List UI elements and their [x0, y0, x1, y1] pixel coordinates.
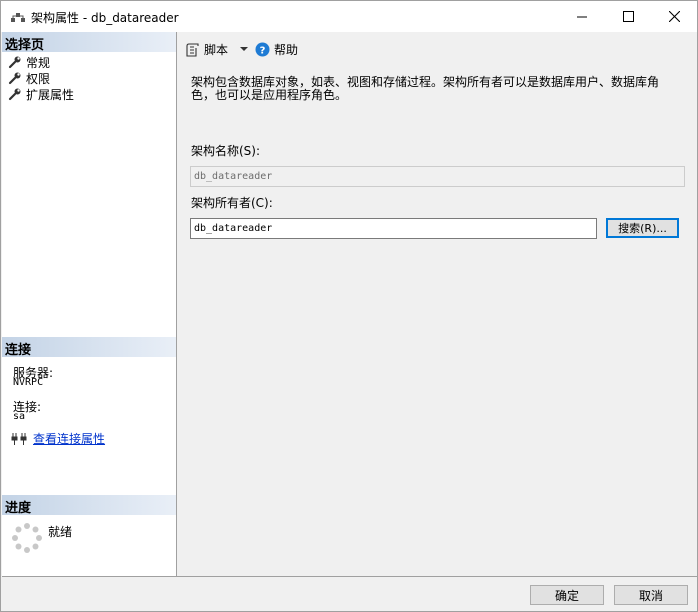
script-icon: [186, 42, 199, 57]
minimize-icon: [577, 16, 587, 17]
ok-button[interactable]: 确定: [530, 585, 604, 605]
svg-text:?: ?: [260, 46, 266, 57]
page-item-general[interactable]: 常规: [8, 54, 50, 70]
toolbar: 脚本 ? 帮助: [178, 32, 698, 66]
schema-properties-dialog: 架构属性 - db_datareader 选择页 常规 权限 扩展属性 连接 服…: [0, 0, 698, 612]
script-label: 脚本: [204, 43, 229, 57]
minimize-button[interactable]: [559, 1, 605, 32]
schema-name-field: db_datareader: [190, 166, 685, 187]
schema-description: 架构包含数据库对象，如表、视图和存储过程。架构所有者可以是数据库用户、数据库角色…: [191, 75, 660, 102]
view-connection-link[interactable]: 查看连接属性: [33, 430, 105, 447]
help-icon: ?: [255, 42, 270, 57]
maximize-icon: [622, 11, 634, 22]
server-value: NVRPC: [13, 377, 44, 388]
connection-header: 连接: [2, 337, 176, 358]
window-title: 架构属性 - db_datareader: [31, 11, 179, 25]
schema-icon: [11, 13, 25, 22]
progress-spinner-icon: [12, 523, 42, 553]
progress-header: 进度: [2, 495, 176, 516]
view-connection-properties[interactable]: 查看连接属性: [11, 430, 105, 447]
script-button[interactable]: 脚本: [186, 41, 228, 58]
progress-status: 就绪: [48, 525, 73, 539]
wrench-icon: [8, 56, 21, 69]
page-item-label: 扩展属性: [26, 87, 75, 102]
help-label: 帮助: [274, 43, 299, 57]
schema-owner-field[interactable]: db_datareader: [190, 218, 597, 239]
footer-divider: [2, 576, 698, 577]
connection-value: sa: [13, 411, 26, 422]
page-item-label: 权限: [26, 71, 51, 86]
cancel-button[interactable]: 取消: [614, 585, 688, 605]
close-button[interactable]: [651, 1, 697, 32]
left-panel: 选择页 常规 权限 扩展属性 连接 服务器: NVRPC 连接: sa 查看连接…: [2, 32, 177, 576]
connection-plug-icon: [11, 432, 27, 445]
page-item-permissions[interactable]: 权限: [8, 70, 50, 86]
search-button[interactable]: 搜索(R)...: [606, 218, 679, 238]
script-dropdown-arrow-icon[interactable]: [238, 44, 250, 54]
maximize-button[interactable]: [605, 1, 651, 32]
close-icon: [668, 11, 680, 22]
wrench-icon: [8, 88, 21, 101]
select-page-header: 选择页: [2, 32, 176, 53]
title-bar: 架构属性 - db_datareader: [1, 1, 697, 32]
wrench-icon: [8, 72, 21, 85]
schema-name-label: 架构名称(S):: [191, 144, 261, 158]
page-item-label: 常规: [26, 55, 51, 70]
schema-owner-label: 架构所有者(C):: [191, 196, 273, 210]
page-item-extended-properties[interactable]: 扩展属性: [8, 86, 74, 102]
help-button[interactable]: ? 帮助: [255, 41, 298, 58]
